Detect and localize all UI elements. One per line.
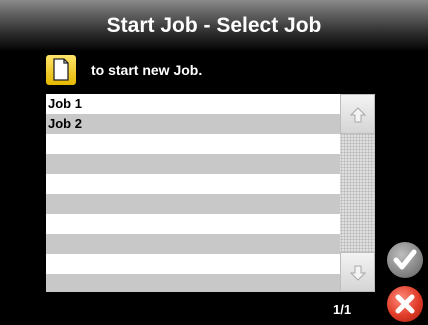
new-job-button[interactable] bbox=[46, 55, 76, 85]
list-item[interactable] bbox=[46, 174, 340, 194]
list-item[interactable] bbox=[46, 214, 340, 234]
list-item[interactable] bbox=[46, 274, 340, 292]
accept-button[interactable] bbox=[387, 242, 423, 278]
list-item[interactable] bbox=[46, 154, 340, 174]
page-title: Start Job - Select Job bbox=[106, 14, 322, 37]
list-item[interactable]: Job 1 bbox=[46, 94, 340, 114]
scroll-up-button[interactable] bbox=[340, 94, 375, 134]
page-indicator: 1/1 bbox=[333, 302, 352, 317]
list-scrollbar[interactable] bbox=[340, 94, 375, 292]
cancel-button[interactable] bbox=[387, 286, 423, 322]
list-item[interactable] bbox=[46, 134, 340, 154]
scroll-down-button[interactable] bbox=[340, 252, 375, 292]
start-job-screen: Start Job - Select Job to start new Job.… bbox=[0, 0, 428, 325]
list-item[interactable] bbox=[46, 234, 340, 254]
job-list: Job 1 Job 2 bbox=[46, 94, 340, 292]
new-job-hint: to start new Job. bbox=[91, 62, 203, 78]
header-bar: Start Job - Select Job bbox=[0, 0, 428, 50]
list-item[interactable] bbox=[46, 254, 340, 274]
job-name: Job 1 bbox=[48, 96, 82, 111]
document-icon bbox=[53, 58, 69, 86]
list-item[interactable]: Job 2 bbox=[46, 114, 340, 134]
job-name: Job 2 bbox=[48, 116, 82, 131]
list-item[interactable] bbox=[46, 194, 340, 214]
